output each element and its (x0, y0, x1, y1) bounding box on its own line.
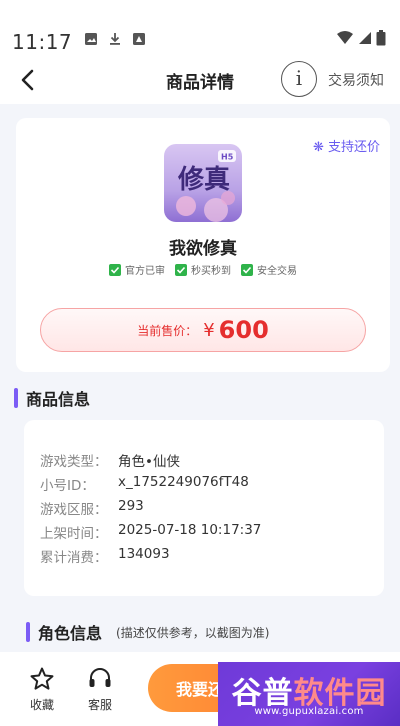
info-label: 游戏类型： (40, 454, 108, 470)
section-accent-bar (26, 622, 30, 642)
status-system-icons (336, 30, 386, 46)
watermark-url: www.gupuxlazai.com (254, 706, 364, 717)
info-label: 小号ID： (40, 478, 95, 494)
headset-icon (89, 668, 111, 687)
info-value: 293 (118, 498, 144, 514)
game-name: 我欲修真 (169, 239, 237, 259)
service-label: 客服 (87, 698, 112, 712)
feature-item: 官方已审 (109, 262, 165, 277)
info-row: 游戏区服： 293 (40, 498, 144, 518)
status-bar: 11:17 (0, 0, 400, 56)
primary-button-label: 我要还 (176, 680, 225, 699)
info-row: 游戏类型： 角色•仙侠 (40, 450, 180, 470)
star-icon (30, 667, 54, 690)
game-logo-badge: H5 (221, 153, 234, 162)
battery-icon (376, 30, 386, 46)
status-time: 11:17 (12, 30, 73, 54)
price-box: 当前售价： ¥ 600 (40, 308, 366, 352)
info-value: 角色•仙侠 (118, 454, 180, 470)
feature-label: 官方已审 (125, 266, 165, 277)
check-icon (109, 263, 121, 276)
info-value: 2025-07-18 10:17:37 (118, 522, 262, 538)
info-value: 134093 (118, 546, 170, 562)
info-label: 游戏区服： (40, 502, 108, 518)
feature-item: 秒买秒到 (175, 262, 231, 277)
favorite-button[interactable]: 收藏 (22, 666, 62, 713)
info-icon[interactable]: i (281, 61, 317, 97)
section-role-info: 角色信息 (描述仅供参考，以截图为准) (26, 620, 269, 644)
section-title: 商品信息 (26, 390, 91, 409)
price-label: 当前售价： (137, 323, 198, 338)
section-subtitle: (描述仅供参考，以截图为准) (116, 625, 270, 640)
check-icon (175, 263, 187, 276)
feature-list: 官方已审 秒买秒到 安全交易 (16, 262, 390, 277)
game-logo-image: 修真 H5 (164, 144, 242, 222)
download-icon (110, 33, 120, 45)
favorite-label: 收藏 (29, 698, 54, 712)
feature-item: 安全交易 (241, 262, 297, 277)
price-value: 600 (218, 316, 269, 344)
game-logo-text: 修真 (177, 164, 230, 195)
check-icon (241, 263, 253, 276)
customer-service-button[interactable]: 客服 (80, 666, 120, 713)
info-row: 小号ID： x_1752249076fT48 (40, 474, 249, 494)
wifi-icon (337, 31, 353, 44)
price-currency: ¥ (203, 319, 215, 341)
bargain-tag[interactable]: ❋ 支持还价 (313, 136, 380, 155)
section-title: 角色信息 (38, 624, 103, 643)
info-label: 累计消费： (40, 550, 108, 566)
info-row: 上架时间： 2025-07-18 10:17:37 (40, 522, 261, 542)
signal-icon (359, 32, 371, 44)
image-notification-icon (85, 33, 97, 45)
section-accent-bar (14, 388, 18, 408)
app-notification-icon (133, 33, 145, 45)
product-card: ❋ 支持还价 修真 H5 我欲修真 官方已审 秒买秒到 安全交易 当前售价： ¥… (16, 118, 390, 372)
nav-bar: 商品详情 i 交易须知 (0, 56, 400, 104)
game-icon: 修真 H5 (164, 144, 242, 222)
trade-notice-link[interactable]: 交易须知 (328, 70, 384, 90)
feature-label: 安全交易 (257, 266, 297, 277)
product-info-card: 游戏类型： 角色•仙侠 小号ID： x_1752249076fT48 游戏区服：… (24, 420, 384, 596)
section-product-info: 商品信息 (14, 386, 90, 410)
status-notification-icons (84, 32, 146, 46)
info-value: x_1752249076fT48 (118, 474, 249, 490)
feature-label: 秒买秒到 (191, 266, 231, 277)
watermark-logo: 谷普软件园 www.gupuxlazai.com (218, 662, 400, 726)
info-label: 上架时间： (40, 526, 108, 542)
info-row: 累计消费： 134093 (40, 546, 170, 566)
